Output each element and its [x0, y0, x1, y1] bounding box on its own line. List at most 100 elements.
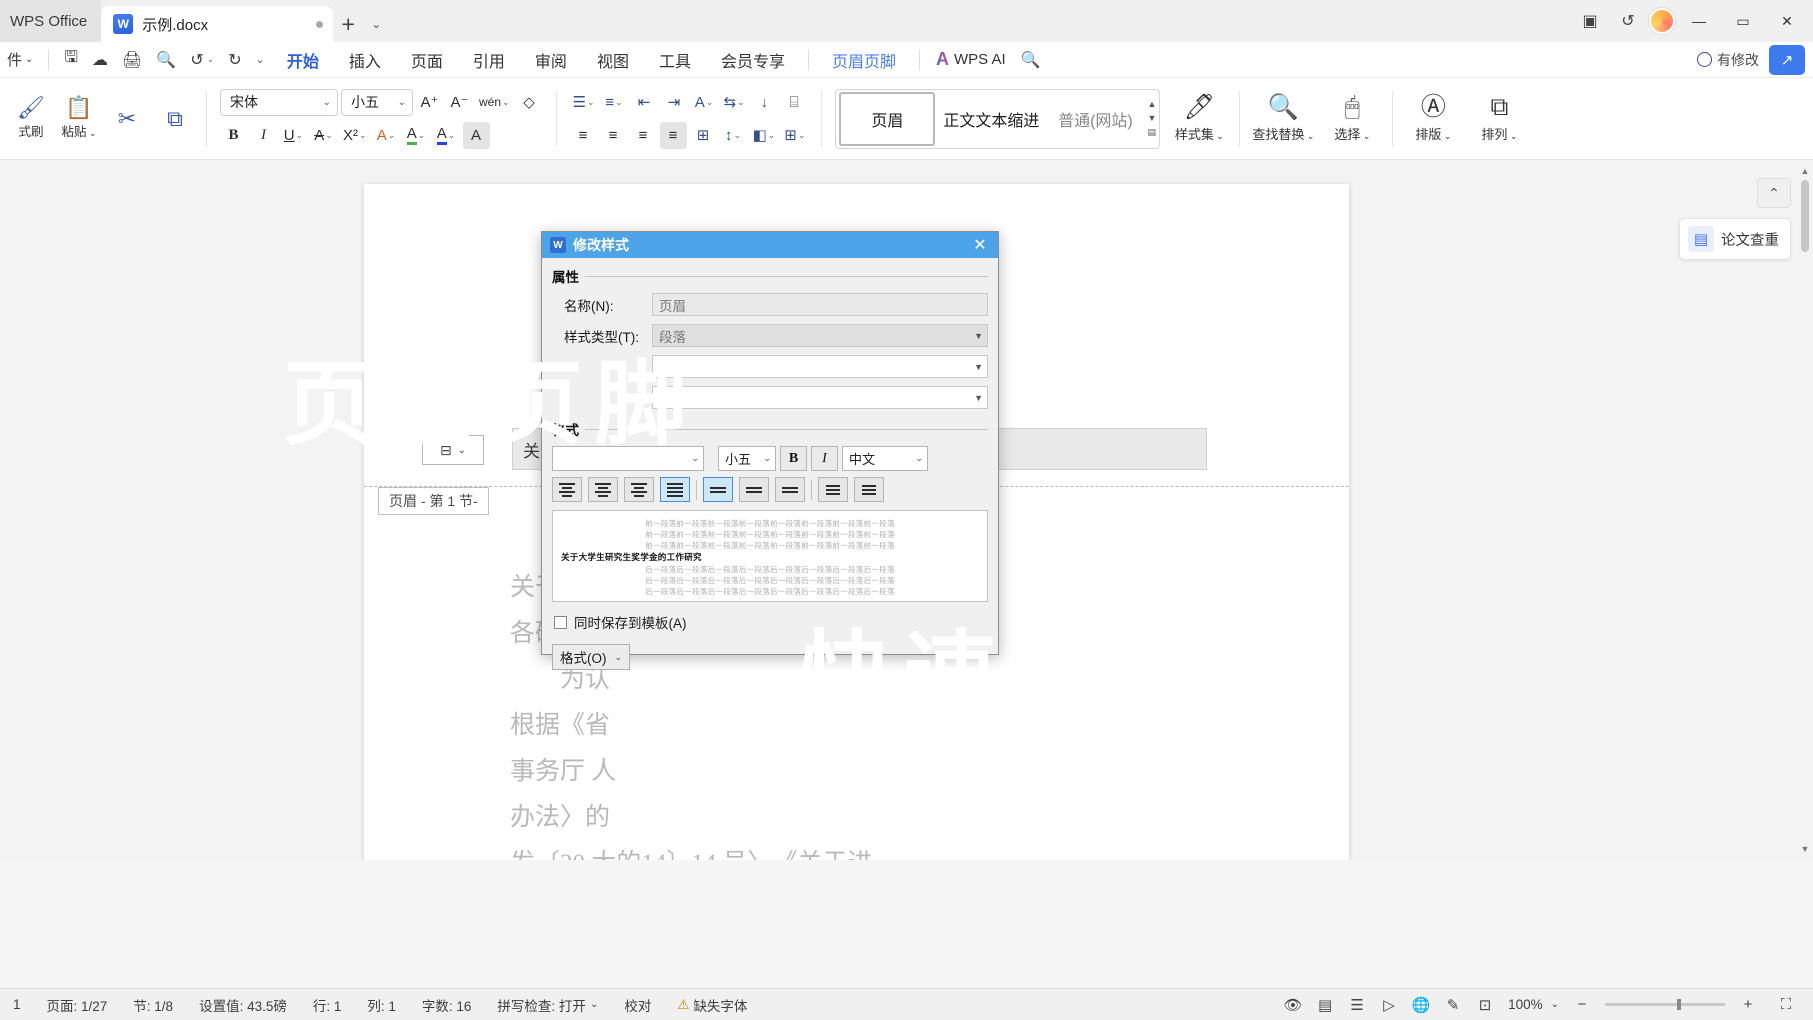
tab-member[interactable]: 会员专享 [706, 44, 800, 76]
zoom-slider-knob[interactable] [1677, 999, 1681, 1010]
status-setting-value[interactable]: 设置值: 43.5磅 [186, 995, 300, 1015]
print-preview-button[interactable]: 🔍 [149, 45, 183, 75]
find-replace-button[interactable]: 🔍 查找替换 ⌄ [1247, 83, 1319, 155]
tab-insert[interactable]: 插入 [334, 44, 396, 76]
text-direction-button[interactable]: ⇆ ⌄ [721, 89, 748, 116]
paste-button[interactable]: 📋 粘贴 ⌄ [55, 83, 103, 155]
style-name-input[interactable]: 页眉 [652, 293, 988, 316]
dialog-line-spacing-single-button[interactable] [703, 477, 733, 502]
phonetic-guide-button[interactable]: wén ⌄ [476, 89, 513, 116]
fullscreen-button[interactable]: ⛶ [1771, 991, 1801, 1019]
status-missing-font[interactable]: ⚠ 缺失字体 [664, 995, 760, 1015]
document-tab[interactable]: W 示例.docx [101, 6, 334, 42]
modified-status[interactable]: 有修改 [1697, 50, 1759, 70]
read-mode-icon[interactable]: ▷ [1374, 991, 1404, 1019]
status-page-indicator[interactable]: 1 [0, 997, 34, 1012]
cloud-save-button[interactable]: ☁ [85, 45, 115, 75]
format-painter-button[interactable]: 🖌 式刷 [7, 83, 55, 155]
tab-reference[interactable]: 引用 [458, 44, 520, 76]
tab-list-chevron-icon[interactable]: ⌄ [363, 6, 389, 42]
zoom-slider[interactable] [1605, 999, 1725, 1010]
status-section[interactable]: 节: 1/8 [120, 995, 186, 1015]
format-dropdown-button[interactable]: 格式(O) ⌄ [552, 644, 630, 670]
scrollbar-track[interactable] [1799, 164, 1811, 856]
zoom-in-button[interactable]: + [1733, 991, 1763, 1019]
dialog-close-button[interactable]: ✕ [968, 234, 992, 256]
dialog-bold-button[interactable]: B [780, 446, 807, 471]
increase-indent-button[interactable]: ⇥ [661, 89, 688, 116]
status-pages[interactable]: 页面: 1/27 [34, 995, 121, 1015]
align-justify-button[interactable]: ≡ [659, 121, 687, 149]
arrange-button[interactable]: ⧉ 排列 ⌄ [1466, 83, 1532, 155]
font-color-button[interactable]: A ⌄ [433, 122, 460, 149]
vertical-scrollbar[interactable]: ▲ ▼ [1799, 164, 1811, 856]
cut-button[interactable]: ✂ [103, 83, 151, 155]
print-button[interactable]: 🖨 [115, 45, 149, 75]
dialog-font-name-select[interactable]: ⌄ [552, 446, 704, 471]
scroll-down-icon[interactable]: ▼ [1147, 114, 1156, 123]
edit-icon[interactable]: ✎ [1438, 991, 1468, 1019]
zoom-out-button[interactable]: − [1567, 991, 1597, 1019]
character-shading-button[interactable]: A [462, 121, 490, 149]
quick-access-more-button[interactable]: ⌄ [249, 45, 272, 75]
web-layout-icon[interactable]: 🌐 [1406, 991, 1436, 1019]
print-layout-icon[interactable]: ▤ [1310, 991, 1340, 1019]
sort-button[interactable]: ↓ [751, 89, 778, 116]
status-proofread[interactable]: 校对 [611, 995, 664, 1015]
tab-start[interactable]: 开始 [272, 44, 334, 76]
save-button[interactable]: 🖫 [57, 45, 85, 75]
tab-page[interactable]: 页面 [396, 44, 458, 76]
focus-icon[interactable]: ⊡ [1470, 991, 1500, 1019]
style-item-normal-web[interactable]: 普通(网站) [1047, 92, 1143, 146]
dialog-align-center-button[interactable] [588, 477, 618, 502]
save-to-template-row[interactable]: 同时保存到模板(A) [552, 612, 988, 632]
style-gallery-scroll[interactable]: ▲ ▼ ▤ [1143, 92, 1156, 146]
font-name-select[interactable]: 宋体 ⌄ [220, 88, 338, 116]
status-row[interactable]: 行: 1 [300, 995, 355, 1015]
tab-header-footer[interactable]: 页眉页脚 [817, 44, 911, 76]
plagiarism-check-card[interactable]: ▤ 论文查重 [1679, 218, 1791, 260]
eye-icon[interactable]: 👁 [1278, 991, 1308, 1019]
outline-icon[interactable]: ☰ [1342, 991, 1372, 1019]
expand-gallery-icon[interactable]: ▤ [1147, 128, 1156, 137]
side-panel-icon[interactable]: ▣ [1573, 4, 1607, 38]
tab-tools[interactable]: 工具 [644, 44, 706, 76]
underline-button[interactable]: U ⌄ [280, 122, 307, 149]
scroll-up-icon[interactable]: ▲ [1799, 164, 1811, 178]
tab-review[interactable]: 审阅 [520, 44, 582, 76]
clear-formatting-button[interactable]: ◇ [516, 89, 543, 116]
status-spellcheck[interactable]: 拼写检查: 打开 ⌄ [484, 995, 611, 1015]
undo-button[interactable]: ↺ ⌄ [183, 45, 221, 75]
header-anchor-button[interactable]: ⊟ ⌄ [422, 435, 484, 465]
asian-layout-button[interactable]: A ⌄ [691, 89, 718, 116]
chevron-down-icon[interactable]: ⌄ [1551, 999, 1559, 1010]
strikethrough-button[interactable]: A ⌄ [310, 122, 337, 149]
dialog-space-after-button[interactable] [854, 477, 884, 502]
share-button[interactable]: ↗ [1769, 44, 1805, 75]
status-column[interactable]: 列: 1 [354, 995, 409, 1015]
file-menu-button[interactable]: 件 ⌄ [0, 45, 40, 75]
bold-button[interactable]: B [220, 122, 247, 149]
shrink-font-button[interactable]: A⁻ [446, 89, 473, 116]
line-spacing-button[interactable]: ↕ ⌄ [720, 122, 747, 149]
text-effects-button[interactable]: A ⌄ [373, 122, 400, 149]
dialog-align-right-button[interactable] [624, 477, 654, 502]
collapse-panel-button[interactable]: ⌃ [1757, 178, 1791, 208]
copy-button[interactable]: ⧉ [151, 83, 199, 155]
style-item-header[interactable]: 页眉 [839, 91, 936, 146]
style-item-body-indent[interactable]: 正文文本缩进 [935, 92, 1047, 146]
select-button[interactable]: 🖱 选择 ⌄ [1319, 83, 1385, 155]
superscript-button[interactable]: X² ⌄ [340, 122, 370, 149]
font-size-select[interactable]: 小五 ⌄ [341, 88, 413, 116]
redo-button[interactable]: ↻ [221, 45, 248, 75]
dialog-language-select[interactable]: 中文 ⌄ [842, 446, 928, 471]
base-style-select[interactable]: ▼ [652, 355, 988, 378]
dialog-line-spacing-double-button[interactable] [775, 477, 805, 502]
scroll-down-icon[interactable]: ▼ [1799, 842, 1811, 856]
numbering-button[interactable]: ≡ ⌄ [601, 89, 628, 116]
shading-button[interactable]: ◧ ⌄ [750, 122, 779, 149]
chevron-down-icon[interactable]: ⌄ [207, 54, 215, 65]
distribute-button[interactable]: ⊞ [690, 122, 717, 149]
modify-style-dialog[interactable]: W 修改样式 ✕ 属性 名称(N): 页眉 样式类型(T): 段落 ▼ ▼ ▼ … [541, 231, 999, 670]
avatar[interactable] [1649, 8, 1675, 34]
